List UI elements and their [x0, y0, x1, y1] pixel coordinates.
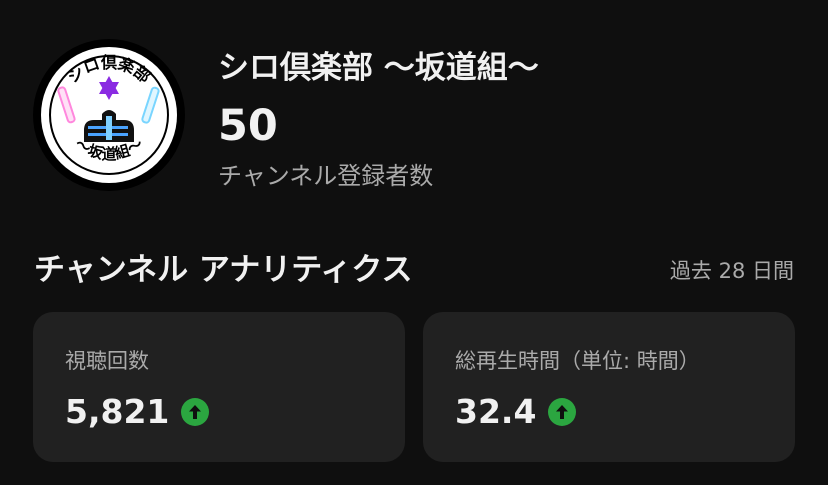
analytics-period: 過去 28 日間	[669, 259, 794, 283]
metric-value-row-views: 5,821	[65, 390, 210, 434]
metric-value-views: 5,821	[65, 392, 170, 431]
metric-label-views: 視聴回数	[65, 349, 149, 373]
metric-card-watch-time[interactable]: 総再生時間（単位: 時間） 32.4	[423, 312, 795, 462]
arrow-up-icon	[181, 398, 210, 426]
channel-header: シロ倶楽部 〜坂道組〜 シロ倶楽部 〜坂道組〜 50 チャンネル登録者数	[32, 38, 802, 198]
subscriber-label: チャンネル登録者数	[218, 162, 434, 190]
analytics-title: チャンネル アナリティクス	[34, 252, 413, 288]
channel-avatar[interactable]: シロ倶楽部 〜坂道組〜	[32, 38, 186, 192]
subscriber-count: 50	[218, 101, 278, 151]
metric-label-watch-time: 総再生時間（単位: 時間）	[455, 349, 700, 373]
metric-value-watch-time: 32.4	[455, 392, 537, 431]
metric-card-views[interactable]: 視聴回数 5,821	[33, 312, 405, 462]
metric-value-row-watch-time: 32.4	[455, 390, 577, 434]
arrow-up-icon	[548, 398, 577, 426]
channel-name[interactable]: シロ倶楽部 〜坂道組〜	[218, 48, 539, 88]
